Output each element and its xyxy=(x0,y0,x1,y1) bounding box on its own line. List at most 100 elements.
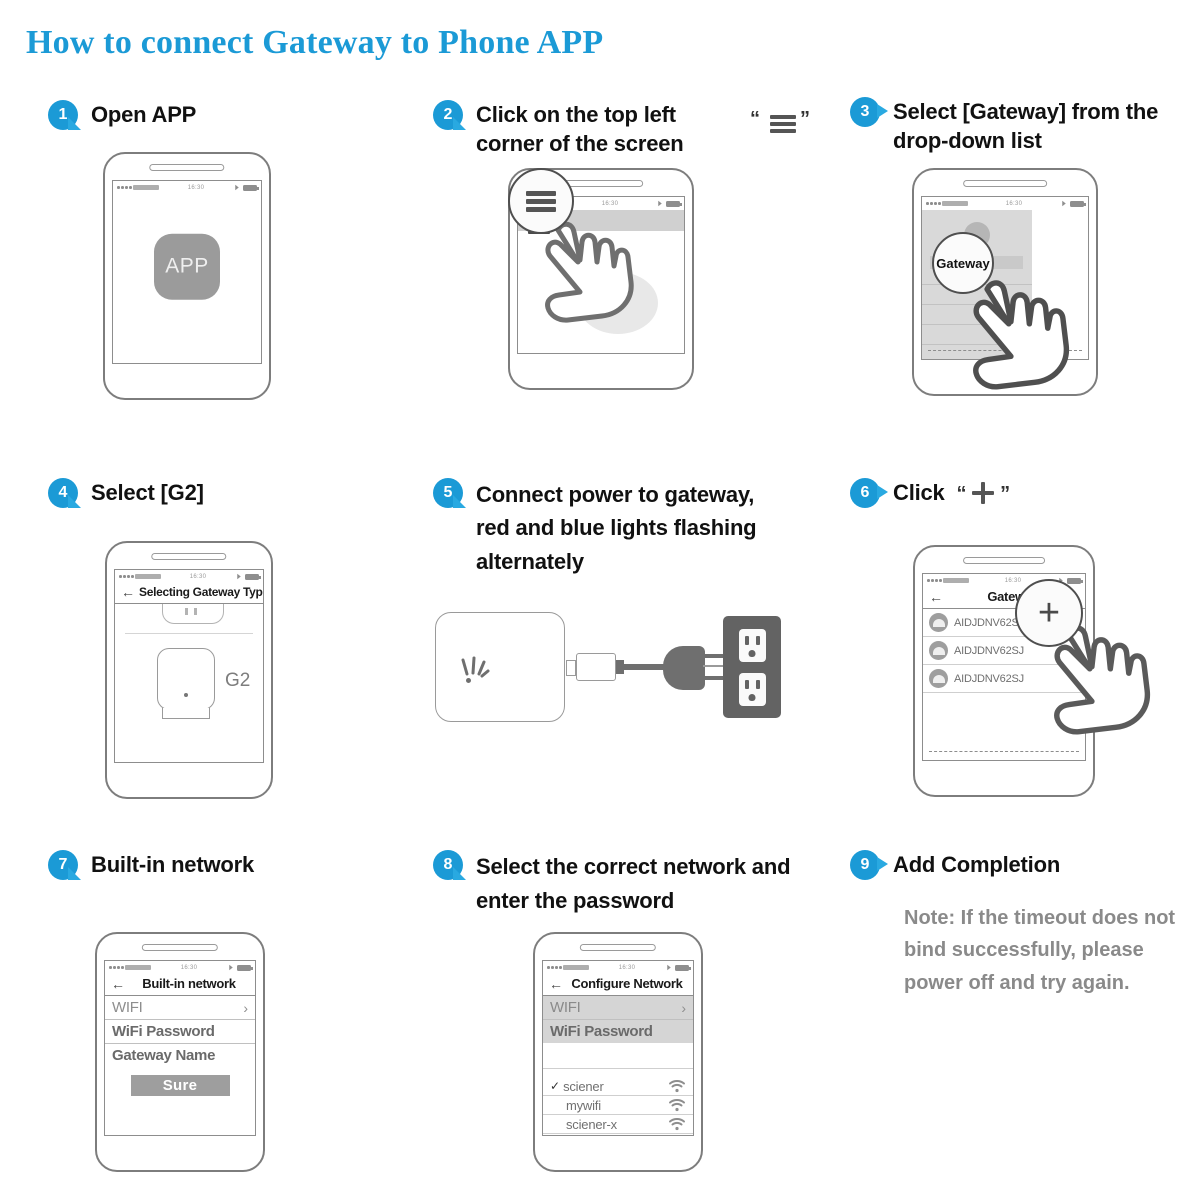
back-arrow-icon[interactable]: ← xyxy=(929,590,943,604)
power-cable xyxy=(623,664,668,670)
step-9-note: Note: If the timeout does not bind succe… xyxy=(904,902,1200,999)
step-7-title: Built-in network xyxy=(91,852,255,877)
step-3-badge: 3 xyxy=(850,97,888,131)
hand-cursor-icon xyxy=(973,280,1069,390)
sure-button[interactable]: Sure xyxy=(130,1075,230,1096)
phone-mockup-3: 16:30 Gateway xyxy=(912,168,1098,396)
status-battery-icon xyxy=(1060,200,1086,207)
step-4-title: Select [G2] xyxy=(91,480,204,505)
network-option[interactable]: mywifi xyxy=(543,1096,693,1115)
wifi-password-label: WiFi Password xyxy=(112,1023,215,1040)
step-1-title: Open APP xyxy=(91,102,197,127)
chevron-right-icon: › xyxy=(681,999,686,1016)
section-divider xyxy=(125,633,253,635)
phone-mockup-2: 16:30 xyxy=(508,168,694,390)
step-6-title: Click “ ” xyxy=(893,478,1010,507)
device-g2[interactable] xyxy=(157,648,215,710)
status-signal-icon xyxy=(119,574,161,579)
step-6: 6 Click “ ” xyxy=(850,478,1010,512)
wifi-row[interactable]: WIFI › xyxy=(105,996,255,1020)
network-name: sciener-x xyxy=(566,1116,617,1132)
phone-mockup-8: 16:30 ← Configure Network WIFI › WiFi Pa… xyxy=(533,932,703,1172)
phone-mockup-1: 16:30 APP xyxy=(103,152,271,400)
gateway-id: AIDJDNV62SJ xyxy=(954,644,1024,657)
page-title: How to connect Gateway to Phone APP xyxy=(26,24,604,61)
gateway-name-row[interactable]: Gateway Name xyxy=(105,1044,255,1067)
step-6-title-text: Click xyxy=(893,480,945,505)
step-8-title: Select the correct network and enter the… xyxy=(476,850,791,918)
network-name: sciener xyxy=(563,1078,604,1094)
quote-open: “ xyxy=(956,483,967,505)
phone-speaker xyxy=(963,557,1045,564)
device-led xyxy=(194,608,197,615)
wall-outlet xyxy=(723,616,781,718)
app-bar-title: Built-in network xyxy=(142,976,236,991)
step-badge-number: 9 xyxy=(850,850,880,880)
step-badge-number: 3 xyxy=(850,97,880,127)
step-3-title: Select [Gateway] from the drop-down list xyxy=(893,97,1158,155)
gateway-led-dot xyxy=(466,678,471,683)
dashed-divider xyxy=(929,751,1079,752)
back-arrow-icon[interactable]: ← xyxy=(111,977,125,991)
status-time: 16:30 xyxy=(601,200,619,207)
step-5-heading: 5 Connect power to gateway, red and blue… xyxy=(433,478,757,578)
gateway-avatar-icon xyxy=(929,641,948,660)
app-bar-title: Selecting Gateway Type xyxy=(139,585,264,599)
status-battery-icon xyxy=(656,200,682,207)
step-4-heading: 4 Select [G2] xyxy=(48,478,204,512)
step-7-heading: 7 Built-in network xyxy=(48,850,254,884)
network-option[interactable]: sciener-x xyxy=(543,1115,693,1134)
step-5: 5 Connect power to gateway, red and blue… xyxy=(433,478,757,578)
phone-mockup-7: 16:30 ← Built-in network WIFI › WiFi Pas… xyxy=(95,932,265,1172)
gateway-avatar-icon xyxy=(929,669,948,688)
step-2-badge: 2 xyxy=(433,100,467,134)
gateway-id: AIDJDNV62SJ xyxy=(954,672,1024,685)
gateway-id: AIDJDNV62SJ xyxy=(954,616,1024,629)
empty-field-area xyxy=(543,1043,693,1069)
wifi-label: WIFI xyxy=(550,999,581,1016)
plus-icon xyxy=(972,482,995,504)
step-2-heading: 2 Click on the top left corner of the sc… xyxy=(433,100,810,158)
status-bar: 16:30 xyxy=(105,961,255,974)
app-bar: ← Selecting Gateway Type xyxy=(115,583,263,604)
wifi-row[interactable]: WIFI › xyxy=(543,996,693,1020)
note-line-1: Note: If the timeout does not xyxy=(904,907,1176,929)
badge-flag-icon xyxy=(68,495,81,508)
badge-flag-icon xyxy=(877,104,888,118)
back-arrow-icon[interactable]: ← xyxy=(549,977,563,991)
step-3-title-line1: Select [Gateway] from the xyxy=(893,99,1159,124)
magnifier-gateway: Gateway xyxy=(932,232,994,294)
note-line-2: bind successfully, please xyxy=(904,939,1144,962)
quote-close: ” xyxy=(800,108,810,130)
badge-flag-icon xyxy=(453,495,466,508)
status-signal-icon xyxy=(109,965,151,970)
gateway-device xyxy=(435,612,565,722)
wifi-password-row[interactable]: WiFi Password xyxy=(105,1020,255,1044)
app-bar-title: Configure Network xyxy=(571,976,683,991)
status-time: 16:30 xyxy=(618,964,636,971)
step-5-title-line3: alternately xyxy=(476,548,584,574)
quote-close: ” xyxy=(1000,483,1010,505)
note-line-3: power off and try again. xyxy=(904,971,1130,994)
device-indicator-dot xyxy=(184,693,188,697)
step-badge-number: 6 xyxy=(850,478,880,508)
step-5-title-line2: red and blue lights flashing xyxy=(476,515,757,541)
step-8-title-line2: enter the password xyxy=(476,888,675,914)
wifi-password-row[interactable]: WiFi Password xyxy=(543,1020,693,1043)
step-8: 8 Select the correct network and enter t… xyxy=(433,850,791,918)
network-name: mywifi xyxy=(566,1097,601,1113)
led-flash-icon xyxy=(461,656,490,678)
network-option[interactable]: ✓ sciener xyxy=(543,1077,693,1096)
magnifier-add-button[interactable]: + xyxy=(1015,579,1083,647)
app-icon[interactable]: APP xyxy=(154,233,220,300)
phone-speaker xyxy=(141,944,219,951)
back-arrow-icon[interactable]: ← xyxy=(121,585,135,599)
step-5-badge: 5 xyxy=(433,478,467,512)
hand-cursor-icon xyxy=(545,221,634,323)
step-2-title-line1: Click on the top left xyxy=(476,102,676,127)
status-battery-icon xyxy=(235,573,261,580)
phone-mockup-4: 16:30 ← Selecting Gateway Type G2 xyxy=(105,541,273,799)
status-signal-icon xyxy=(117,185,159,190)
badge-flag-icon xyxy=(453,867,466,880)
device-led xyxy=(185,608,188,615)
